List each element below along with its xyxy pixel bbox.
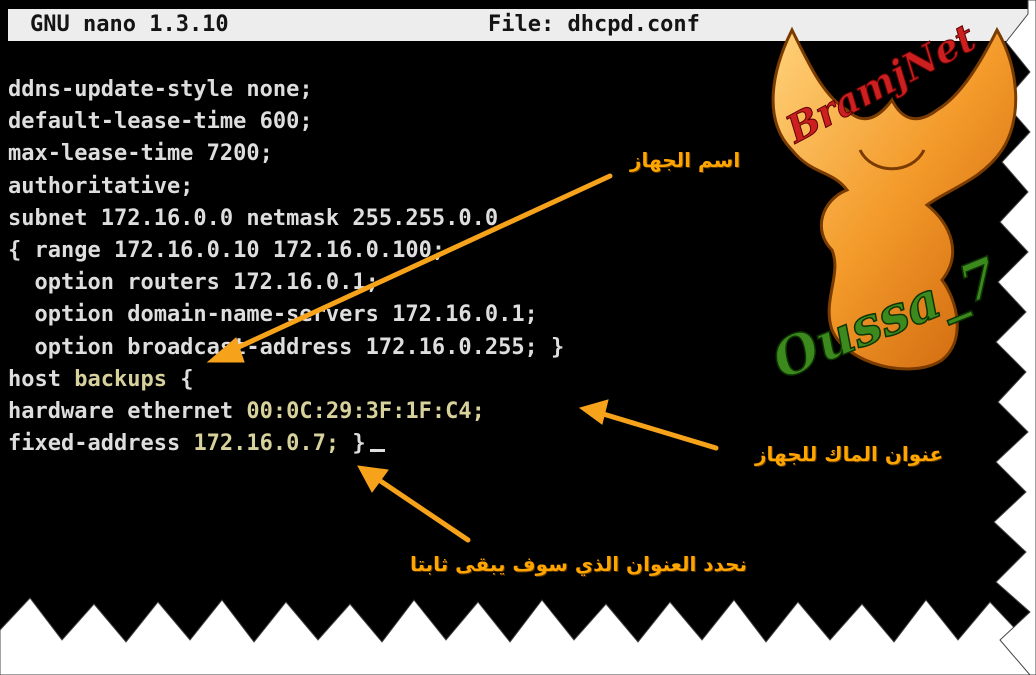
arrow-head (206, 337, 245, 363)
arrow-device-name (225, 173, 613, 355)
label-device-name: اسم الجهاز (630, 148, 741, 172)
label-fixed-address: نحدد العنوان الذي سوف يبقى ثابتا (410, 552, 748, 576)
label-mac-address: عنوان الماك للجهاز (755, 442, 944, 466)
arrow-mac-address (597, 410, 719, 451)
arrow-head (578, 399, 609, 425)
arrow-head (357, 465, 389, 493)
arrow-fixed-address (373, 475, 471, 543)
